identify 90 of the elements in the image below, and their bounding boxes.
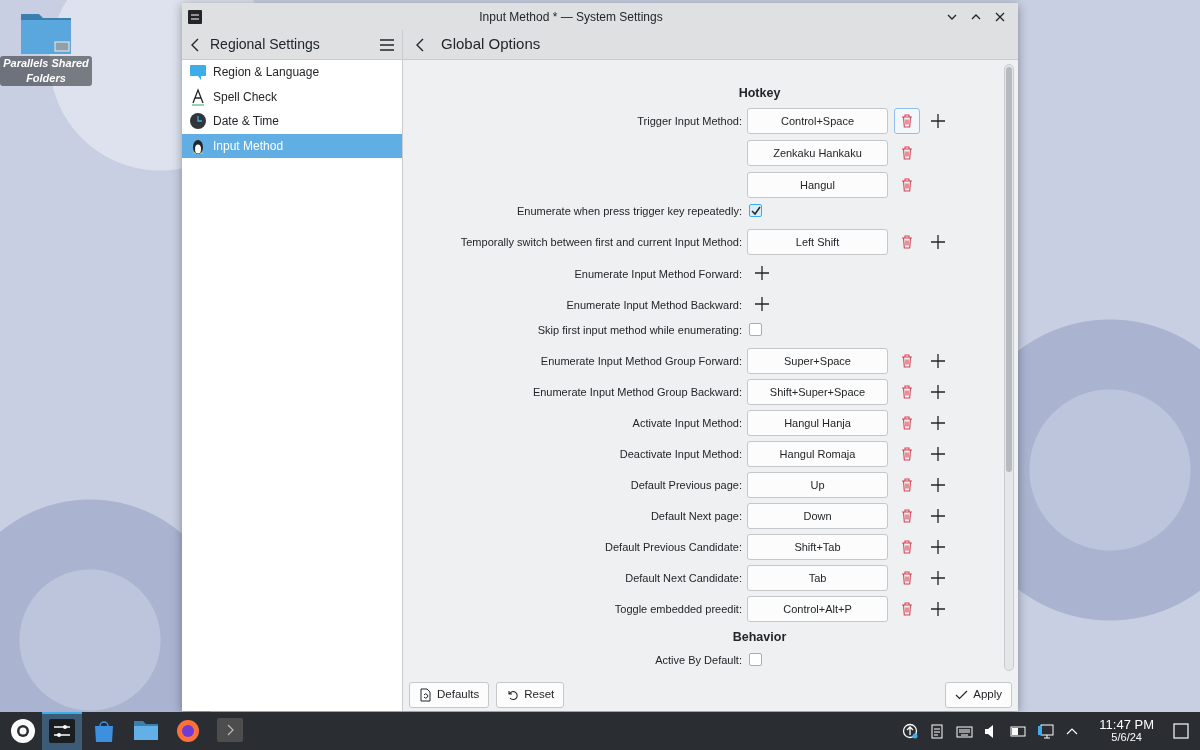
terminal-icon: [217, 718, 243, 744]
trash-icon: [899, 570, 915, 586]
section-heading: Behavior: [731, 629, 788, 646]
trash-icon: [899, 446, 915, 462]
shortcut-button[interactable]: Left Shift: [747, 229, 888, 255]
form-label: Activate Input Method:: [631, 416, 743, 431]
plus-icon: [931, 354, 945, 368]
shortcut-button[interactable]: Zenkaku Hankaku: [747, 140, 888, 166]
document-icon: [419, 687, 432, 702]
clock-widget[interactable]: 11:47 PM 5/6/24: [1091, 718, 1162, 744]
plus-icon: [755, 297, 769, 311]
form-label: Default Next page:: [649, 509, 743, 524]
plus-icon: [931, 114, 945, 128]
trash-icon: [899, 177, 915, 193]
browser-icon: [175, 718, 201, 744]
plus-icon: [931, 509, 945, 523]
sidebar-item[interactable]: Spell Check: [182, 84, 402, 109]
form-label: Default Previous page:: [629, 478, 743, 493]
apply-button[interactable]: Apply: [945, 681, 1012, 708]
app-launcher-icon[interactable]: [10, 718, 36, 744]
plus-icon: [931, 235, 945, 249]
delete-button[interactable]: [894, 108, 920, 134]
sidebar-item[interactable]: Date & Time: [182, 109, 402, 134]
form-label: Default Next Candidate:: [624, 571, 743, 586]
monitor-icon[interactable]: [1037, 722, 1055, 740]
trash-icon: [899, 353, 915, 369]
shortcut-button[interactable]: Up: [747, 472, 888, 498]
shortcut-button[interactable]: Hangul Hanja: [747, 410, 888, 436]
form-label: Enumerate Input Method Backward:: [565, 298, 743, 313]
form-label: Enumerate when press trigger key repeatedly:: [516, 204, 743, 219]
shortcut-button[interactable]: Control+Space: [747, 108, 888, 134]
sidebar-item[interactable]: Region & Language: [182, 60, 402, 85]
trash-icon: [899, 113, 915, 129]
form-label: Enumerate Input Method Group Forward:: [539, 354, 743, 369]
reset-button[interactable]: Reset: [496, 681, 565, 708]
clock-date: 5/6/24: [1111, 731, 1142, 744]
check-icon: [750, 205, 761, 216]
shortcut-button[interactable]: Hangul: [747, 172, 888, 198]
plus-icon: [931, 447, 945, 461]
update-icon[interactable]: [902, 722, 920, 740]
trash-icon: [899, 477, 915, 493]
checkbox[interactable]: [749, 204, 762, 217]
form-label: Trigger Input Method:: [636, 114, 743, 129]
form-label: Deactivate Input Method:: [618, 447, 743, 462]
sidebar-title: Regional Settings: [210, 35, 321, 54]
form-label: Active By Default:: [654, 653, 743, 668]
shortcut-button[interactable]: Down: [747, 503, 888, 529]
spell-icon: [189, 87, 207, 106]
plus-icon: [931, 571, 945, 585]
trash-icon: [899, 415, 915, 431]
plus-icon: [931, 416, 945, 430]
clock-time: 11:47 PM: [1099, 718, 1154, 731]
menu-icon[interactable]: [380, 38, 394, 51]
trash-icon: [899, 384, 915, 400]
clock-icon: [189, 112, 207, 131]
shortcut-button[interactable]: Tab: [747, 565, 888, 591]
form-label: Temporally switch between first and current Input Method:: [459, 235, 743, 250]
trash-icon: [899, 145, 915, 161]
form-label: Enumerate Input Method Group Backward:: [531, 385, 743, 400]
app-icon: [188, 9, 202, 24]
form-label: Default Previous Candidate:: [604, 540, 743, 555]
checkbox[interactable]: [749, 323, 762, 336]
trash-icon: [899, 539, 915, 555]
desktop-icon-label[interactable]: Parallels Shared Folders: [0, 56, 92, 86]
form-label: Enumerate Input Method Forward:: [573, 267, 743, 282]
shortcut-button[interactable]: Shift+Tab: [747, 534, 888, 560]
trash-icon: [899, 508, 915, 524]
plus-icon: [931, 385, 945, 399]
window-title: Input Method * — System Settings: [478, 8, 664, 26]
bubble-icon: [189, 63, 207, 82]
show-desktop-icon[interactable]: [1172, 722, 1190, 740]
scrollbar[interactable]: [1004, 64, 1014, 671]
plus-icon: [755, 266, 769, 280]
form-label: Toggle embedded preedit:: [613, 602, 743, 617]
shortcut-button[interactable]: Control+Alt+P: [747, 596, 888, 622]
shortcut-button[interactable]: Super+Space: [747, 348, 888, 374]
trash-icon: [899, 601, 915, 617]
form-label: Skip first input method while enumerating:: [536, 323, 743, 338]
plus-icon: [931, 478, 945, 492]
taskbar-app[interactable]: [42, 712, 82, 750]
defaults-button[interactable]: Defaults: [409, 681, 490, 708]
sliders-icon: [49, 719, 75, 745]
shortcut-button[interactable]: Hangul Romaja: [747, 441, 888, 467]
plus-icon: [931, 540, 945, 554]
page-title: Global Options: [441, 34, 541, 55]
trash-icon: [899, 234, 915, 250]
shortcut-button[interactable]: Shift+Super+Space: [747, 379, 888, 405]
plus-icon: [931, 602, 945, 616]
section-heading: Hotkey: [737, 85, 782, 102]
checkbox[interactable]: [749, 653, 762, 666]
